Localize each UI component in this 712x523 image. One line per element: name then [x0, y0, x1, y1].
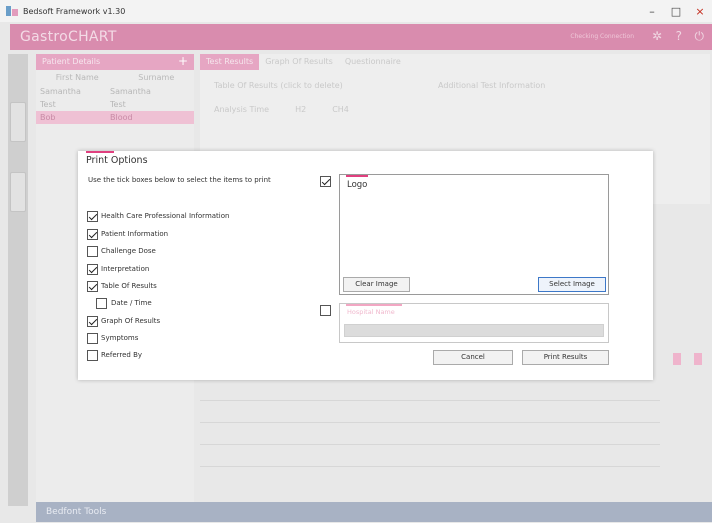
window-titlebar: Bedsoft Framework v1.30 – □ ×	[0, 0, 712, 22]
checkbox-challenge-dose[interactable]	[87, 246, 98, 257]
label-health-care-professional: Health Care Professional Information	[101, 212, 230, 220]
window-title: Bedsoft Framework v1.30	[23, 6, 126, 16]
print-options-dialog: Print Options Use the tick boxes below t…	[78, 151, 653, 380]
results-tabs: Test Results Graph Of Results Questionna…	[200, 54, 710, 70]
app-header: GastroCHART Checking Connection ✲ ? ⏻	[10, 24, 712, 50]
tab-questionnaire[interactable]: Questionnaire	[339, 54, 407, 70]
checkbox-table-of-results[interactable]	[87, 281, 98, 292]
left-side-strip	[8, 54, 28, 506]
checkbox-patient-information[interactable]	[87, 229, 98, 240]
results-table-caption: Table Of Results (click to delete)	[214, 81, 343, 90]
patient-first-name: Samantha	[40, 87, 81, 96]
header-analysis-time: Analysis Time	[214, 105, 270, 114]
help-icon[interactable]: ?	[676, 29, 682, 43]
close-button[interactable]: ×	[688, 0, 712, 22]
hospital-name-panel: Hospital Name	[339, 303, 609, 343]
label-referred-by: Referred By	[101, 351, 143, 359]
patient-row-selected[interactable]: Bob Blood	[36, 111, 194, 124]
patient-panel-title-text: Patient Details	[42, 57, 101, 66]
print-results-button[interactable]: Print Results	[522, 350, 609, 365]
label-challenge-dose: Challenge Dose	[101, 247, 156, 255]
logo-label: Logo	[347, 180, 368, 190]
app-icon	[6, 6, 18, 16]
side-tab-2[interactable]	[10, 172, 26, 212]
logo-panel: Logo Clear Image Select Image	[339, 174, 609, 295]
logo-accent	[346, 175, 368, 177]
checkbox-graph-of-results[interactable]	[87, 316, 98, 327]
label-date-time: Date / Time	[111, 299, 152, 307]
bg-divider	[200, 422, 660, 423]
patient-panel-title: Patient Details +	[36, 54, 194, 70]
clear-image-button[interactable]: Clear Image	[343, 277, 410, 292]
checkbox-health-care-professional[interactable]	[87, 211, 98, 222]
patient-row[interactable]: Test Test	[36, 98, 194, 111]
window-controls: – □ ×	[640, 0, 712, 22]
maximize-button[interactable]: □	[664, 0, 688, 22]
header-ch4: CH4	[332, 105, 349, 114]
label-graph-of-results: Graph Of Results	[101, 317, 161, 325]
patient-first-name: Test	[40, 100, 56, 109]
additional-info-title: Additional Test Information	[438, 81, 546, 90]
app-logo: GastroCHART	[20, 29, 117, 45]
patient-surname: Samantha	[110, 87, 151, 96]
label-patient-information: Patient Information	[101, 230, 169, 238]
checkbox-logo[interactable]	[320, 176, 331, 187]
label-interpretation: Interpretation	[101, 265, 150, 273]
bg-divider	[200, 466, 660, 467]
bg-divider	[200, 444, 660, 445]
patient-row[interactable]: Samantha Samantha	[36, 85, 194, 98]
checkbox-hospital-name[interactable]	[320, 305, 331, 316]
patient-surname: Test	[110, 100, 126, 109]
side-tab-1[interactable]	[10, 102, 26, 142]
settings-icon[interactable]: ✲	[652, 29, 662, 43]
minimize-button[interactable]: –	[640, 0, 664, 22]
add-patient-icon[interactable]: +	[178, 54, 188, 68]
label-table-of-results: Table Of Results	[101, 282, 157, 290]
power-icon[interactable]: ⏻	[695, 29, 705, 44]
dialog-instructions: Use the tick boxes below to select the i…	[88, 176, 271, 184]
column-surname[interactable]: Surname	[138, 73, 174, 82]
tab-test-results[interactable]: Test Results	[200, 54, 260, 70]
export-icon[interactable]	[694, 353, 702, 365]
cancel-button[interactable]: Cancel	[433, 350, 513, 365]
select-image-button[interactable]: Select Image	[538, 277, 606, 292]
results-table-header: Analysis Time H2 CH4	[214, 105, 349, 114]
delete-icon[interactable]	[673, 353, 681, 365]
checkbox-referred-by[interactable]	[87, 350, 98, 361]
hospital-name-input[interactable]	[344, 324, 604, 337]
patient-columns: First Name Surname	[36, 70, 194, 85]
checkbox-symptoms[interactable]	[87, 333, 98, 344]
dialog-accent	[86, 151, 114, 153]
patient-surname: Blood	[110, 113, 133, 122]
label-symptoms: Symptoms	[101, 334, 139, 342]
header-h2: H2	[295, 105, 307, 114]
dialog-title: Print Options	[86, 155, 148, 166]
bg-divider	[200, 400, 660, 401]
tab-graph-of-results[interactable]: Graph Of Results	[259, 54, 339, 70]
checkbox-interpretation[interactable]	[87, 264, 98, 275]
hospital-accent	[346, 304, 402, 306]
connection-status: Checking Connection	[570, 33, 634, 40]
checkbox-date-time[interactable]	[96, 298, 107, 309]
column-first-name[interactable]: First Name	[56, 73, 99, 82]
patient-first-name: Bob	[40, 113, 56, 122]
hospital-name-label: Hospital Name	[347, 308, 395, 316]
bottom-bar: Bedfont Tools	[36, 502, 712, 522]
